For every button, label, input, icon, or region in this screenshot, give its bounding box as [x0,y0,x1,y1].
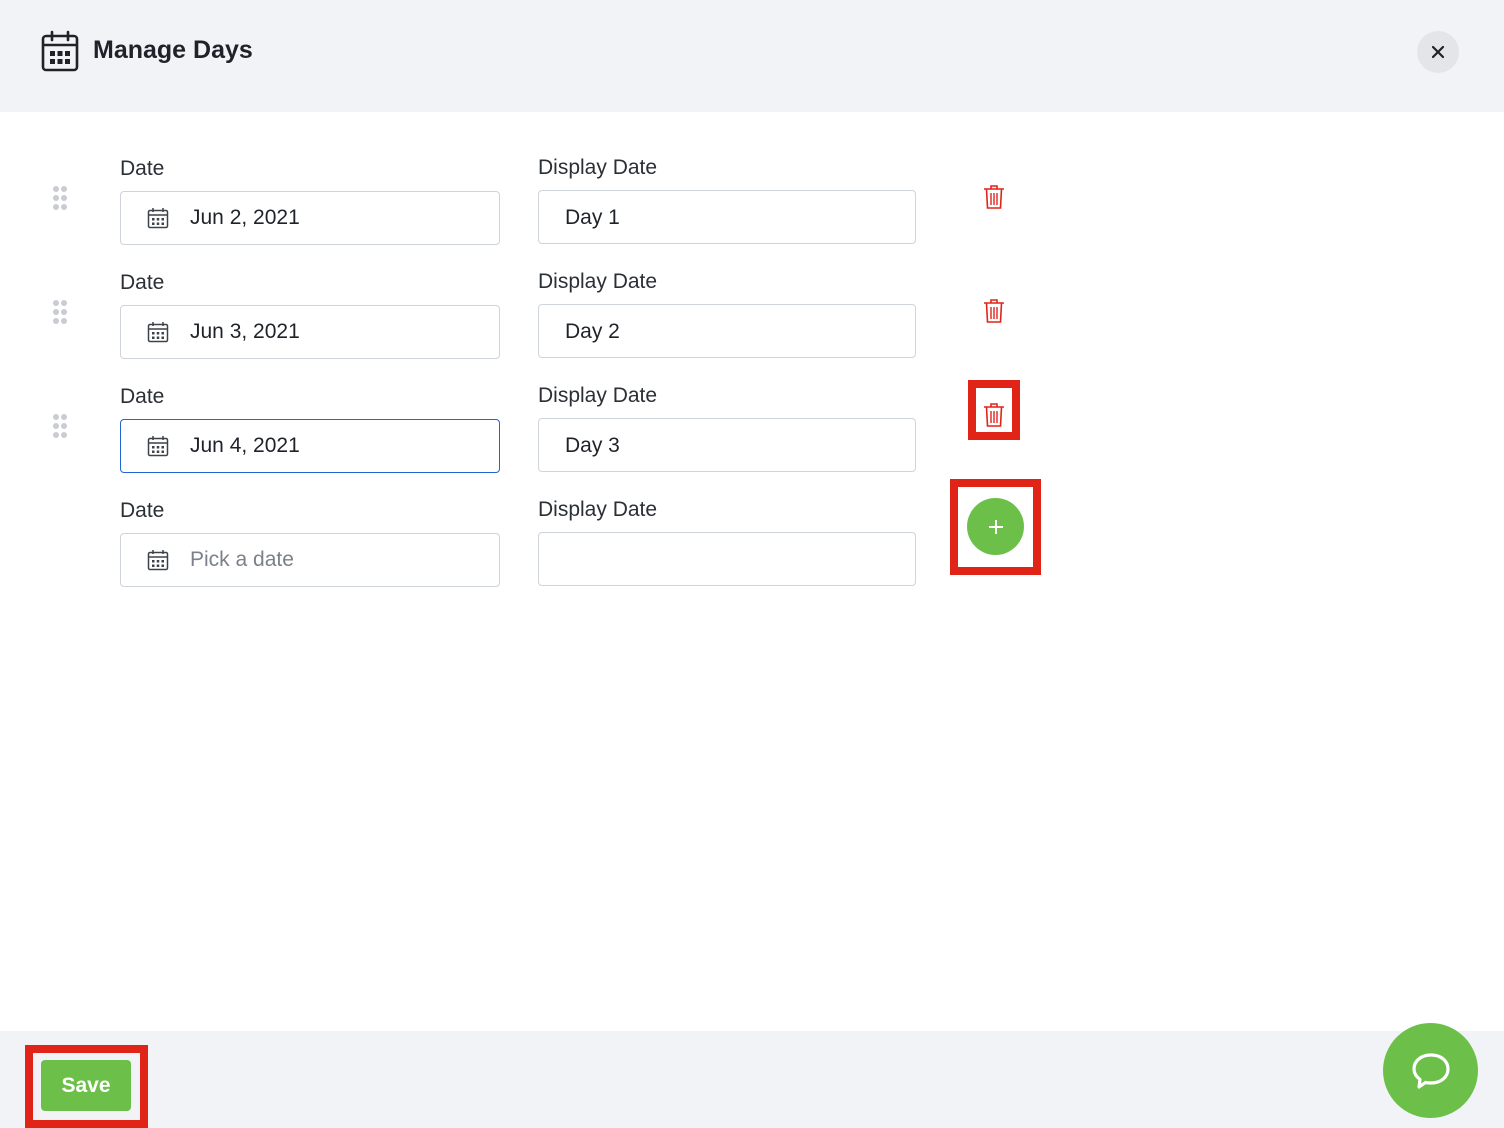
display-date-input[interactable]: Day 3 [538,418,916,472]
display-date-input[interactable]: Day 2 [538,304,916,358]
date-picker-input[interactable]: Pick a date [120,533,500,587]
delete-row-icon[interactable] [983,184,1005,210]
calendar-icon [147,436,169,457]
display-date-label: Display Date [538,498,658,521]
display-date-value: Day 3 [565,434,620,457]
date-picker-input[interactable]: Jun 3, 2021 [120,305,500,359]
delete-highlight-box [968,380,1020,440]
close-button[interactable] [1417,31,1459,73]
display-date-input[interactable] [538,532,916,586]
display-date-label: Display Date [538,270,658,293]
display-date-value: Day 1 [565,206,620,229]
date-placeholder: Pick a date [190,548,294,571]
new-day-row: Date Pick a date Display Date [0,479,1504,610]
date-picker-input[interactable]: Jun 4, 2021 [120,419,500,473]
date-value: Jun 3, 2021 [190,320,300,343]
save-highlight-box: Save [25,1045,148,1128]
date-value: Jun 4, 2021 [190,434,300,457]
delete-row-icon[interactable] [983,402,1005,428]
add-highlight-box [950,479,1041,575]
delete-row-icon[interactable] [983,298,1005,324]
display-date-label: Display Date [538,156,658,179]
calendar-icon [147,550,169,571]
drag-handle-icon[interactable] [52,413,68,439]
drag-handle-icon[interactable] [52,299,68,325]
close-icon [1431,45,1445,59]
display-date-value: Day 2 [565,320,620,343]
date-picker-input[interactable]: Jun 2, 2021 [120,191,500,245]
day-row: Date Jun 2, 2021 Display Date Day 1 [0,154,1504,268]
modal-header: Manage Days [0,0,1504,112]
chat-bubble-icon [1411,1052,1450,1089]
day-row: Date Jun 4, 2021 Display Date Day 3 [0,380,1504,496]
date-label: Date [120,271,165,294]
date-label: Date [120,385,165,408]
display-date-input[interactable]: Day 1 [538,190,916,244]
date-label: Date [120,157,165,180]
calendar-icon [147,322,169,343]
modal-title: Manage Days [93,36,253,64]
modal-footer: Save [0,1031,1504,1128]
calendar-icon [41,30,79,72]
date-label: Date [120,499,165,522]
chat-button[interactable] [1383,1023,1478,1118]
plus-icon [988,519,1003,534]
add-row-button[interactable] [967,498,1024,555]
save-button[interactable]: Save [41,1060,131,1111]
calendar-icon [147,208,169,229]
day-row: Date Jun 3, 2021 Display Date Day 2 [0,268,1504,382]
date-value: Jun 2, 2021 [190,206,300,229]
drag-handle-icon[interactable] [52,185,68,211]
display-date-label: Display Date [538,384,658,407]
